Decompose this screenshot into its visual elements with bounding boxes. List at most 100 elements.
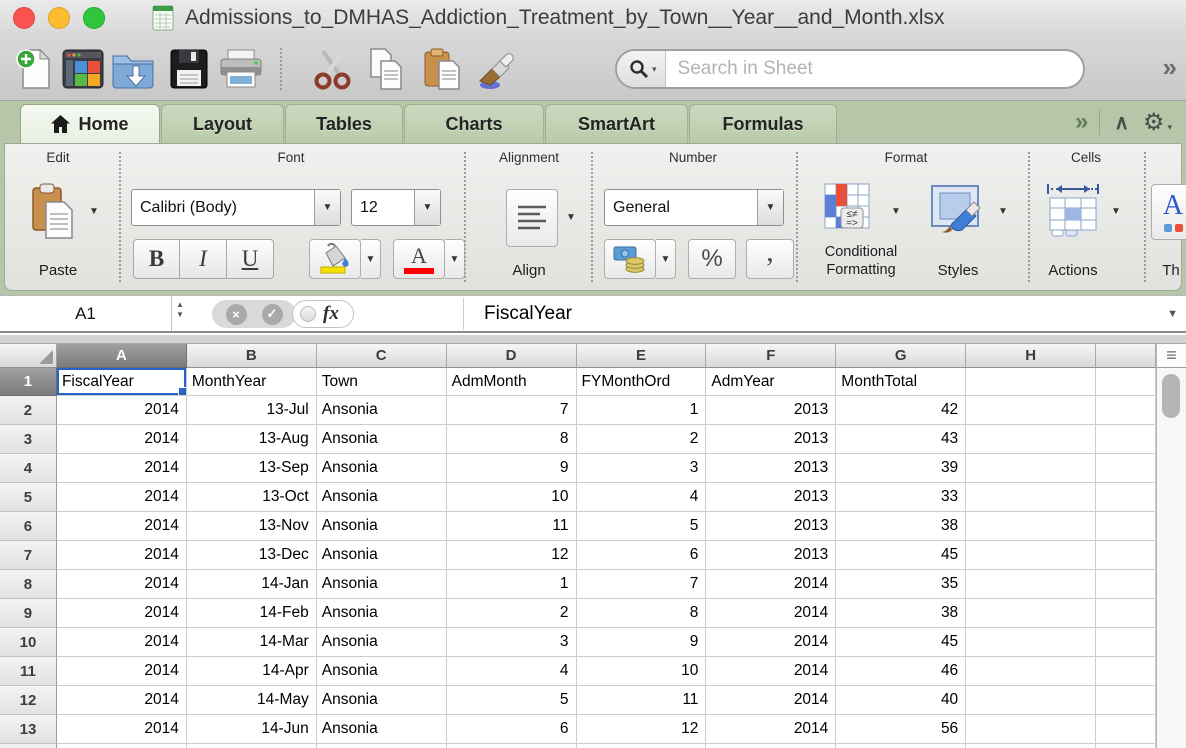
cell-B2[interactable]: 13-Jul: [187, 396, 317, 425]
cell-E13[interactable]: 12: [577, 715, 707, 744]
cell-C12[interactable]: Ansonia: [317, 686, 447, 715]
comma-format-button[interactable]: ,: [746, 239, 794, 279]
cell-A5[interactable]: 2014: [57, 483, 187, 512]
ribbon-settings-button[interactable]: ⚙▾: [1143, 108, 1172, 137]
print-button[interactable]: [218, 46, 264, 92]
cell-C10[interactable]: Ansonia: [317, 628, 447, 657]
align-dropdown-arrow[interactable]: ▼: [566, 212, 576, 223]
cell-partial[interactable]: [1096, 368, 1156, 396]
cell-G5[interactable]: 33: [836, 483, 966, 512]
font-size-dropdown-arrow[interactable]: ▼: [414, 190, 440, 225]
cell-H4[interactable]: [966, 454, 1096, 483]
cell-B4[interactable]: 13-Sep: [187, 454, 317, 483]
column-header-G[interactable]: G: [836, 344, 966, 368]
align-button[interactable]: [506, 189, 558, 247]
actions-button[interactable]: [1041, 180, 1105, 242]
cell-H12[interactable]: [966, 686, 1096, 715]
cell-partial[interactable]: [966, 744, 1096, 748]
cell-partial[interactable]: [1096, 396, 1156, 425]
cell-partial[interactable]: [1096, 541, 1156, 570]
zoom-window-button[interactable]: [83, 7, 105, 29]
cell-C4[interactable]: Ansonia: [317, 454, 447, 483]
cell-partial[interactable]: [1096, 454, 1156, 483]
column-header-A[interactable]: A: [57, 344, 187, 368]
column-header-E[interactable]: E: [577, 344, 707, 368]
cell-D4[interactable]: 9: [447, 454, 577, 483]
cell-A4[interactable]: 2014: [57, 454, 187, 483]
underline-button[interactable]: U: [227, 239, 274, 279]
cell-B6[interactable]: 13-Nov: [187, 512, 317, 541]
cell-partial[interactable]: [706, 744, 836, 748]
cell-E5[interactable]: 4: [577, 483, 707, 512]
cell-H11[interactable]: [966, 657, 1096, 686]
cell-F11[interactable]: 2014: [706, 657, 836, 686]
cell-partial[interactable]: [1096, 570, 1156, 599]
column-header-H[interactable]: H: [966, 344, 1096, 368]
row-header-1[interactable]: 1: [0, 368, 57, 396]
cell-F2[interactable]: 2013: [706, 396, 836, 425]
cell-D10[interactable]: 3: [447, 628, 577, 657]
cell-E4[interactable]: 3: [577, 454, 707, 483]
cell-E9[interactable]: 8: [577, 599, 707, 628]
tab-overflow-button[interactable]: »: [1075, 108, 1085, 136]
paste-button[interactable]: [27, 180, 79, 242]
scrollbar-options-icon[interactable]: ≡: [1157, 344, 1186, 368]
conditional-formatting-dropdown-arrow[interactable]: ▼: [891, 206, 901, 217]
tab-smartart[interactable]: SmartArt: [545, 104, 688, 143]
cell-F5[interactable]: 2013: [706, 483, 836, 512]
cell-G3[interactable]: 43: [836, 425, 966, 454]
currency-dropdown-arrow[interactable]: ▼: [656, 239, 676, 279]
save-button[interactable]: [166, 46, 212, 92]
cell-E2[interactable]: 1: [577, 396, 707, 425]
cell-B12[interactable]: 14-May: [187, 686, 317, 715]
cell-H1[interactable]: [966, 368, 1096, 396]
cell-G13[interactable]: 56: [836, 715, 966, 744]
search-input[interactable]: [666, 58, 1083, 80]
open-button[interactable]: [110, 46, 156, 92]
cell-E8[interactable]: 7: [577, 570, 707, 599]
cell-partial[interactable]: [1096, 512, 1156, 541]
row-header-9[interactable]: 9: [0, 599, 57, 628]
row-header-partial[interactable]: [0, 744, 57, 748]
row-header-6[interactable]: 6: [0, 512, 57, 541]
cell-B7[interactable]: 13-Dec: [187, 541, 317, 570]
cell-D2[interactable]: 7: [447, 396, 577, 425]
cut-button[interactable]: [310, 46, 356, 92]
italic-button[interactable]: I: [180, 239, 227, 279]
column-header-B[interactable]: B: [187, 344, 317, 368]
cell-G7[interactable]: 45: [836, 541, 966, 570]
cell-F9[interactable]: 2014: [706, 599, 836, 628]
select-all-corner[interactable]: [0, 344, 57, 368]
column-header-partial[interactable]: [1096, 344, 1156, 368]
cell-E11[interactable]: 10: [577, 657, 707, 686]
cancel-entry-button[interactable]: ×: [226, 304, 247, 325]
cell-H7[interactable]: [966, 541, 1096, 570]
tab-home[interactable]: Home: [20, 104, 160, 143]
cell-C3[interactable]: Ansonia: [317, 425, 447, 454]
cell-partial[interactable]: [1096, 483, 1156, 512]
font-size-select[interactable]: 12 ▼: [351, 189, 441, 226]
cell-partial[interactable]: [1096, 744, 1156, 748]
cell-C5[interactable]: Ansonia: [317, 483, 447, 512]
name-box-stepper[interactable]: ▲ ▼: [176, 300, 184, 319]
cell-A13[interactable]: 2014: [57, 715, 187, 744]
cell-D3[interactable]: 8: [447, 425, 577, 454]
conditional-formatting-button[interactable]: ≤≠ =>: [819, 180, 885, 242]
cell-F10[interactable]: 2014: [706, 628, 836, 657]
cell-C13[interactable]: Ansonia: [317, 715, 447, 744]
cell-partial[interactable]: [1096, 425, 1156, 454]
tab-charts[interactable]: Charts: [404, 104, 544, 143]
cell-G11[interactable]: 46: [836, 657, 966, 686]
cell-H9[interactable]: [966, 599, 1096, 628]
cell-B13[interactable]: 14-Jun: [187, 715, 317, 744]
cell-F8[interactable]: 2014: [706, 570, 836, 599]
tab-layout[interactable]: Layout: [161, 104, 284, 143]
cell-partial[interactable]: [1096, 657, 1156, 686]
cell-H3[interactable]: [966, 425, 1096, 454]
cell-B9[interactable]: 14-Feb: [187, 599, 317, 628]
cell-A6[interactable]: 2014: [57, 512, 187, 541]
cell-G1[interactable]: MonthTotal: [836, 368, 966, 396]
cell-D8[interactable]: 1: [447, 570, 577, 599]
cell-E7[interactable]: 6: [577, 541, 707, 570]
font-name-select[interactable]: Calibri (Body) ▼: [131, 189, 341, 226]
